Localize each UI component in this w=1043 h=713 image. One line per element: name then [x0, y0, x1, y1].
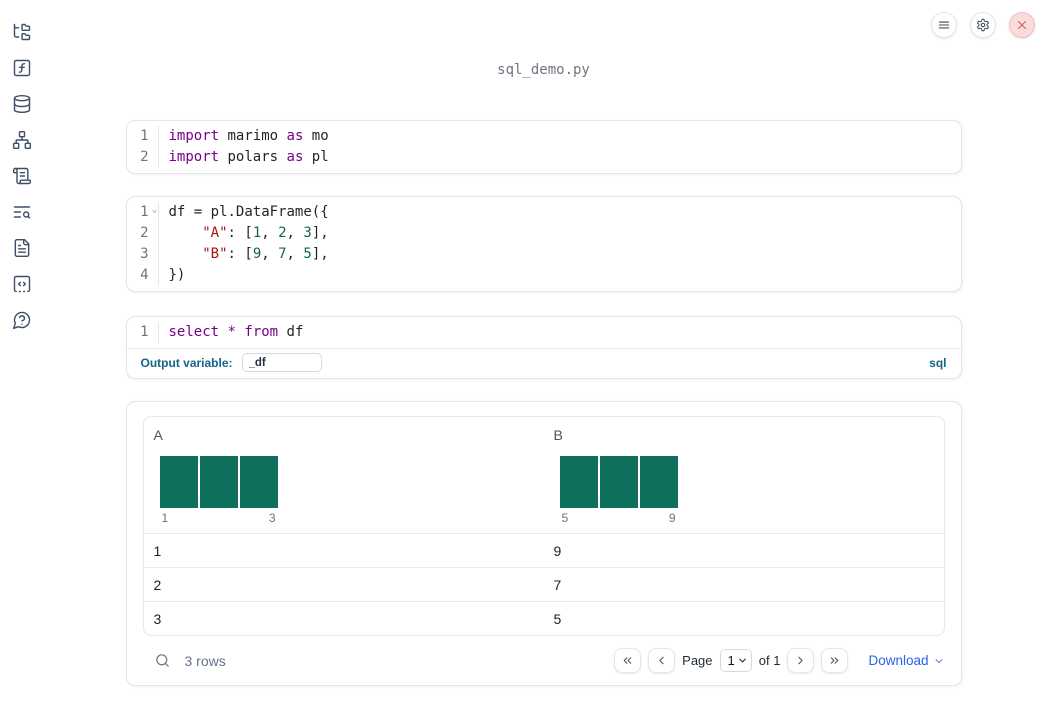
code-line[interactable]: 1 import marimo as mo — [127, 126, 961, 147]
file-explorer-icon[interactable] — [11, 21, 33, 43]
code-line[interactable]: 1 select * from df — [127, 322, 961, 343]
output-variable-label: Output variable: — [140, 355, 233, 370]
line-number: 1 ⌄ — [127, 202, 159, 223]
code-editor[interactable]: 1 import marimo as mo 2 import polars as pl — [127, 121, 961, 173]
line-number: 4 — [127, 265, 159, 286]
code-line[interactable]: 1 ⌄ df = pl.DataFrame({ — [127, 202, 961, 223]
histogram-max-label: 9 — [668, 511, 676, 525]
table-header-row: A13B59 — [144, 417, 944, 533]
histogram-bar — [159, 456, 198, 508]
next-page-button[interactable] — [787, 648, 815, 673]
chevron-down-icon — [737, 655, 748, 666]
table-cell: 9 — [553, 542, 562, 559]
sidebar — [0, 0, 44, 713]
line-number: 3 — [127, 244, 159, 265]
column-name: B — [553, 427, 563, 443]
dependency-graph-icon[interactable] — [11, 129, 33, 151]
download-label: Download — [868, 653, 929, 668]
histogram-max-label: 3 — [268, 511, 276, 525]
language-badge[interactable]: sql — [929, 356, 946, 370]
column-header[interactable]: A13 — [144, 417, 544, 533]
page-of-label: of 1 — [758, 653, 781, 668]
chevron-left-icon — [655, 654, 668, 667]
histogram-bar — [599, 456, 638, 508]
table-cell: 3 — [153, 610, 162, 627]
table-footer: 3 rows Page 1 of 1 Download — [143, 636, 945, 685]
search-icon[interactable] — [152, 650, 174, 672]
code-line[interactable]: 4}) — [127, 265, 961, 286]
histogram-min-label: 5 — [561, 511, 569, 525]
table-row: 19 — [143, 533, 944, 567]
page-select-value: 1 — [727, 653, 735, 668]
line-number: 1 — [127, 322, 159, 343]
chevron-down-icon — [933, 655, 945, 667]
help-bubble-icon[interactable] — [11, 309, 33, 331]
histogram-bar — [639, 456, 678, 508]
notebook-filename: sql_demo.py — [497, 62, 590, 78]
table-row: 35 — [143, 601, 944, 635]
page-select[interactable]: 1 — [719, 649, 752, 672]
histogram-bar — [199, 456, 238, 508]
column-name: A — [153, 427, 163, 443]
cell-imports: 1 import marimo as mo 2 import polars as pl — [125, 120, 962, 174]
column-histogram: 13 — [154, 456, 544, 525]
first-page-button[interactable] — [614, 648, 642, 673]
download-button[interactable]: Download — [868, 653, 944, 668]
dataframe-table: A13B59 192735 — [142, 416, 945, 636]
histogram-bar — [239, 456, 278, 508]
logs-search-icon[interactable] — [11, 201, 33, 223]
table-cell: 1 — [153, 542, 162, 559]
cell-sql: 1select * from df Output variable: sql — [125, 316, 962, 379]
code-line[interactable]: 2 import polars as pl — [127, 147, 961, 168]
documentation-file-icon[interactable] — [11, 237, 33, 259]
database-icon[interactable] — [11, 93, 33, 115]
table-cell: 5 — [553, 610, 562, 627]
table-cell: 2 — [153, 576, 162, 593]
row-count: 3 rows — [184, 652, 226, 669]
chevrons-left-icon — [621, 654, 634, 667]
table-body: 192735 — [143, 533, 944, 635]
code-line[interactable]: 2 "A": [1, 2, 3], — [127, 223, 961, 244]
cell-dataframe: 1 ⌄ df = pl.DataFrame({2 "A": [1, 2, 3], 3 … — [125, 196, 962, 292]
pagination: Page 1 of 1 Download — [614, 648, 944, 673]
fold-chevron-icon[interactable]: ⌄ — [151, 205, 157, 215]
notebook: 1 import marimo as mo 2 import polars as pl… — [125, 120, 962, 686]
chevron-right-icon — [794, 654, 807, 667]
column-histogram: 59 — [554, 456, 944, 525]
line-number: 2 — [127, 223, 159, 244]
code-line[interactable]: 3 "B": [9, 7, 5], — [127, 244, 961, 265]
table-row: 27 — [143, 567, 944, 601]
column-header[interactable]: B59 — [544, 417, 944, 533]
page-label: Page — [682, 653, 713, 668]
last-page-button[interactable] — [821, 648, 849, 673]
line-number: 2 — [127, 147, 159, 168]
function-square-icon[interactable] — [11, 57, 33, 79]
previous-page-button[interactable] — [648, 648, 676, 673]
snippets-code-icon[interactable] — [11, 273, 33, 295]
sql-output: A13B59 192735 3 rows Page 1 of 1 Downloa… — [125, 401, 962, 686]
chevrons-right-icon — [828, 654, 841, 667]
output-variable-input[interactable] — [241, 353, 322, 372]
scratchpad-scroll-icon[interactable] — [11, 165, 33, 187]
line-number: 1 — [127, 126, 159, 147]
sql-cell-footer: Output variable: sql — [126, 348, 961, 378]
histogram-bar — [559, 456, 598, 508]
histogram-min-label: 1 — [161, 511, 169, 525]
table-cell: 7 — [553, 576, 562, 593]
sql-editor[interactable]: 1 select * from df — [127, 317, 961, 348]
code-editor[interactable]: 1 ⌄ df = pl.DataFrame({2 "A": [1, 2, 3], 3 … — [127, 197, 961, 291]
